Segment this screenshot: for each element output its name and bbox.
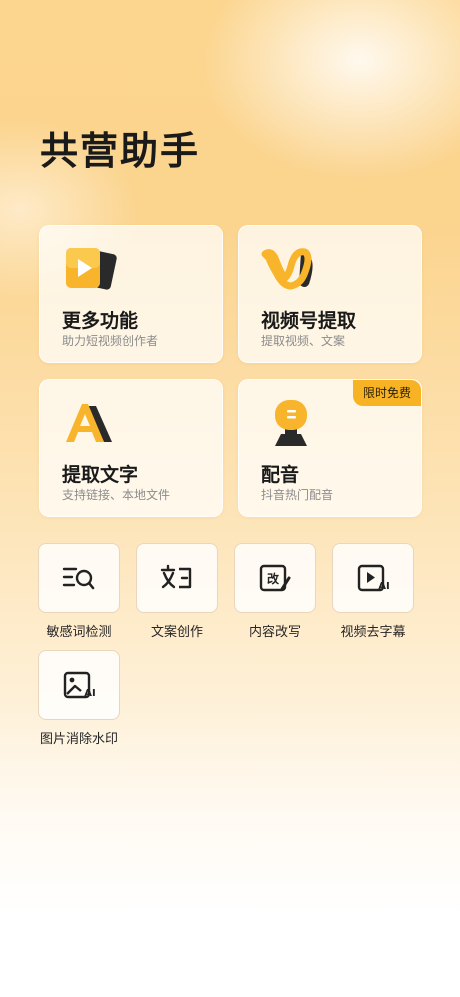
tool-label: 内容改写 <box>248 625 301 640</box>
video-ai-icon: AI <box>357 564 390 592</box>
tool-icon-box[interactable]: AI <box>38 650 120 720</box>
card-title: 视频号提取 <box>261 310 357 332</box>
tool-label: 敏感词检测 <box>46 625 112 640</box>
tool-label: 文案创作 <box>150 625 203 640</box>
channels-logo-icon <box>261 248 313 290</box>
tool-copywriting[interactable]: 文案创作 <box>136 543 218 640</box>
image-ai-icon: AI <box>63 671 96 699</box>
svg-text:AI: AI <box>378 581 389 592</box>
card-subtitle: 抖音热门配音 <box>261 488 334 502</box>
card-channels-extract[interactable]: 视频号提取 提取视频、文案 <box>238 225 422 363</box>
text-search-icon <box>62 567 95 590</box>
card-extract-text[interactable]: 提取文字 支持链接、本地文件 <box>39 379 223 517</box>
microphone-icon <box>275 400 307 446</box>
tool-label: 图片消除水印 <box>39 732 118 747</box>
tool-remove-watermark[interactable]: AI 图片消除水印 <box>38 650 120 747</box>
tool-content-rewrite[interactable]: 改 内容改写 <box>234 543 316 640</box>
tool-icon-box[interactable]: 改 <box>234 543 316 613</box>
tool-icon-box[interactable] <box>38 543 120 613</box>
svg-text:AI: AI <box>84 688 95 699</box>
tool-icon-box[interactable] <box>136 543 218 613</box>
card-title: 配音 <box>261 464 300 486</box>
play-card-icon <box>66 248 117 290</box>
text-edit-icon <box>160 564 192 589</box>
tool-sensitive-word-check[interactable]: 敏感词检测 <box>38 543 120 640</box>
tool-remove-subtitles[interactable]: AI 视频去字幕 <box>332 543 414 640</box>
text-a-icon <box>66 404 112 442</box>
card-subtitle: 支持链接、本地文件 <box>62 488 171 502</box>
tool-label: 视频去字幕 <box>340 625 406 640</box>
page-title: 共营助手 <box>40 129 201 173</box>
card-subtitle: 助力短视频创作者 <box>62 334 159 348</box>
rewrite-pen-icon: 改 <box>259 564 291 592</box>
tool-icon-box[interactable]: AI <box>332 543 414 613</box>
card-more-features[interactable]: 更多功能 助力短视频创作者 <box>39 225 223 363</box>
free-badge: 限时免费 <box>352 380 421 406</box>
card-subtitle: 提取视频、文案 <box>261 334 346 348</box>
svg-text:改: 改 <box>267 571 280 586</box>
card-dubbing[interactable]: 限时免费 配音 抖音热门配音 <box>238 379 422 517</box>
card-title: 提取文字 <box>62 464 139 486</box>
card-title: 更多功能 <box>62 310 139 332</box>
